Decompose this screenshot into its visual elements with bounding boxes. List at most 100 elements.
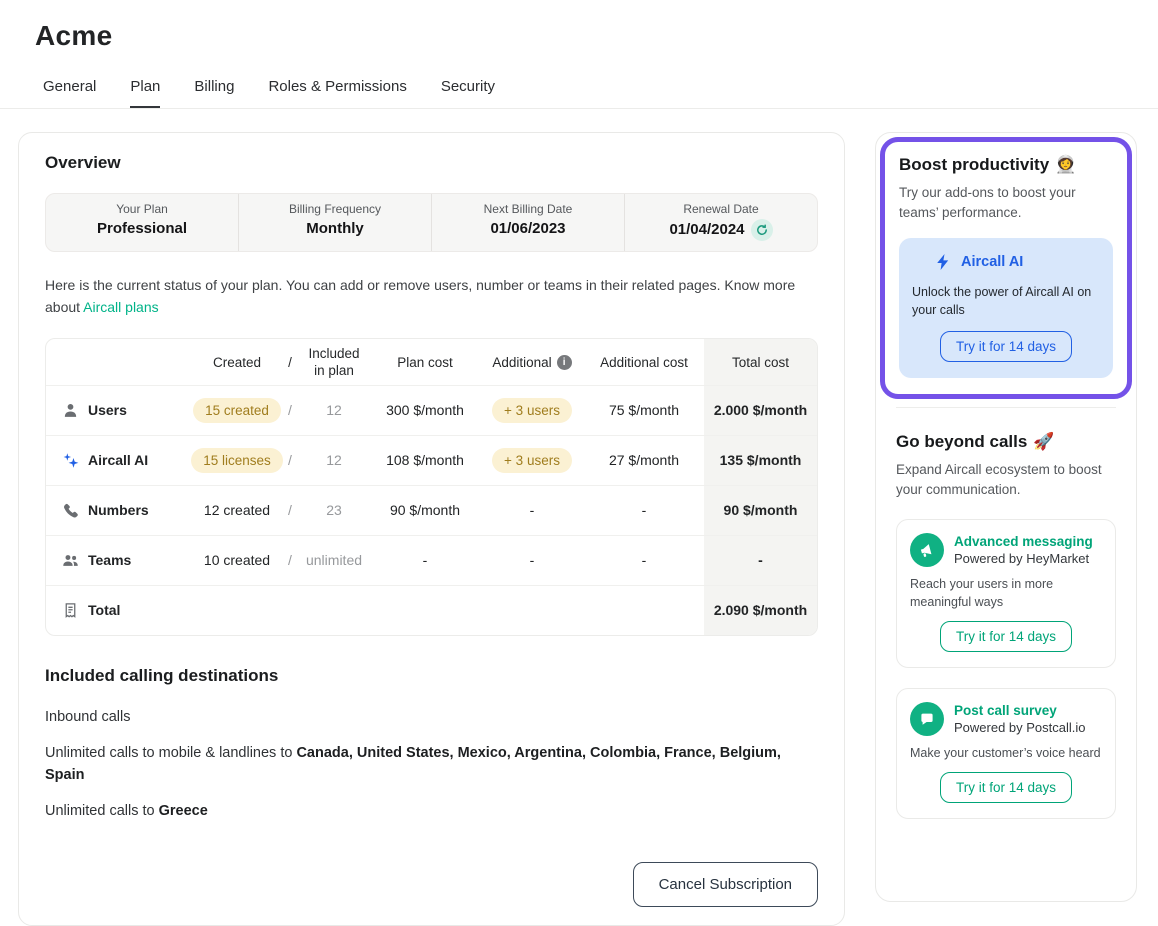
aircall-plans-link[interactable]: Aircall plans bbox=[83, 299, 158, 315]
summary-label: Next Billing Date bbox=[432, 202, 624, 217]
try-post-call-survey-button[interactable]: Try it for 14 days bbox=[940, 772, 1072, 803]
created-badge: 15 created bbox=[193, 398, 281, 423]
megaphone-icon bbox=[910, 533, 944, 567]
tab-billing[interactable]: Billing bbox=[194, 78, 234, 108]
summary-value: 01/06/2023 bbox=[490, 219, 565, 239]
addon-powered-by: Powered by HeyMarket bbox=[954, 550, 1093, 567]
row-label: Users bbox=[88, 402, 127, 419]
destinations-heading: Included calling destinations bbox=[45, 666, 818, 686]
summary-value: 01/04/2024 bbox=[669, 220, 744, 240]
chat-bubble-icon bbox=[910, 702, 944, 736]
try-advanced-messaging-button[interactable]: Try it for 14 days bbox=[940, 621, 1072, 652]
addon-powered-by: Powered by Postcall.io bbox=[954, 719, 1086, 736]
overview-heading: Overview bbox=[45, 153, 818, 173]
tab-plan[interactable]: Plan bbox=[130, 78, 160, 108]
header-additional: Additional bbox=[480, 339, 584, 385]
table-row-aircall-ai: Aircall AI 15 licenses / 12 108 $/month … bbox=[46, 435, 817, 485]
row-separator: / bbox=[282, 536, 298, 585]
addon-title: Post call survey bbox=[954, 702, 1086, 719]
boost-heading: Boost productivity bbox=[899, 155, 1049, 175]
table-row-teams: Teams 10 created / unlimited - - - - bbox=[46, 535, 817, 585]
summary-value: Monthly bbox=[306, 219, 364, 239]
tab-security[interactable]: Security bbox=[441, 78, 495, 108]
renewal-refresh-icon[interactable] bbox=[751, 219, 773, 241]
row-separator: / bbox=[282, 436, 298, 485]
beyond-heading: Go beyond calls bbox=[896, 432, 1027, 452]
additional-badge: + 3 users bbox=[492, 398, 572, 423]
header-entity bbox=[46, 339, 192, 385]
receipt-icon bbox=[62, 602, 79, 619]
summary-value: Professional bbox=[97, 219, 187, 239]
total-cost-value: 90 $/month bbox=[704, 486, 817, 535]
table-row-numbers: Numbers 12 created / 23 90 $/month - - 9… bbox=[46, 485, 817, 535]
header-total-cost: Total cost bbox=[704, 339, 817, 385]
row-label: Aircall AI bbox=[88, 452, 148, 469]
additional-cost-value: - bbox=[584, 536, 704, 585]
additional-cost-value: 27 $/month bbox=[584, 436, 704, 485]
total-cost-value: - bbox=[704, 536, 817, 585]
settings-tabs: General Plan Billing Roles & Permissions… bbox=[0, 52, 1158, 108]
table-row-users: Users 15 created / 12 300 $/month + 3 us… bbox=[46, 385, 817, 435]
aircall-ai-addon-card: Aircall AI Unlock the power of Aircall A… bbox=[899, 238, 1113, 378]
header-additional-label: Additional bbox=[492, 354, 551, 371]
table-row-total: Total 2.090 $/month bbox=[46, 585, 817, 635]
summary-label: Billing Frequency bbox=[239, 202, 431, 217]
row-separator: / bbox=[282, 386, 298, 435]
summary-label: Renewal Date bbox=[625, 202, 817, 217]
plan-cost-table: Created / Included in plan Plan cost Add… bbox=[45, 338, 818, 636]
included-value bbox=[298, 586, 370, 635]
aircall-ai-description: Unlock the power of Aircall AI on your c… bbox=[912, 283, 1100, 319]
advanced-messaging-card: Advanced messaging Powered by HeyMarket … bbox=[896, 519, 1116, 668]
created-value: 12 created bbox=[192, 486, 282, 535]
plan-cost-value bbox=[370, 586, 480, 635]
row-label: Teams bbox=[88, 552, 131, 569]
header-plan-cost: Plan cost bbox=[370, 339, 480, 385]
included-value: 23 bbox=[298, 486, 370, 535]
included-value: 12 bbox=[298, 386, 370, 435]
additional-value: - bbox=[480, 486, 584, 535]
addons-sidebar: Boost productivity 👩‍🚀 Try our add-ons t… bbox=[875, 132, 1137, 902]
header-included-in-plan: Included in plan bbox=[298, 339, 370, 385]
rocket-emoji: 🚀 bbox=[1033, 432, 1054, 452]
greece-prefix: Unlimited calls to bbox=[45, 803, 159, 819]
summary-renewal-date: Renewal Date 01/04/2024 bbox=[624, 194, 817, 251]
additional-badge: + 3 users bbox=[492, 448, 572, 473]
plan-overview-card: Overview Your Plan Professional Billing … bbox=[18, 132, 845, 926]
additional-cost-value: 75 $/month bbox=[584, 386, 704, 435]
unlimited-calls-greece-text: Unlimited calls to Greece bbox=[45, 800, 818, 822]
plan-cost-value: - bbox=[370, 536, 480, 585]
addon-description: Reach your users in more meaningful ways bbox=[910, 575, 1102, 611]
summary-billing-frequency: Billing Frequency Monthly bbox=[238, 194, 431, 251]
header-created: Created bbox=[192, 339, 282, 385]
plan-description: Here is the current status of your plan.… bbox=[45, 274, 818, 318]
summary-your-plan: Your Plan Professional bbox=[46, 194, 238, 251]
summary-next-billing-date: Next Billing Date 01/06/2023 bbox=[431, 194, 624, 251]
greece-country: Greece bbox=[159, 803, 208, 819]
page-title: Acme bbox=[0, 0, 1158, 52]
spotlight-ring: Boost productivity 👩‍🚀 Try our add-ons t… bbox=[880, 137, 1132, 399]
total-cost-value: 135 $/month bbox=[704, 436, 817, 485]
plan-cost-value: 90 $/month bbox=[370, 486, 480, 535]
plan-cost-value: 300 $/month bbox=[370, 386, 480, 435]
additional-value: - bbox=[480, 536, 584, 585]
total-cost-value: 2.090 $/month bbox=[704, 586, 817, 635]
addon-title: Advanced messaging bbox=[954, 533, 1093, 550]
info-icon[interactable] bbox=[557, 355, 572, 370]
additional-cost-value bbox=[584, 586, 704, 635]
sparkles-icon bbox=[62, 452, 79, 469]
bolt-icon bbox=[934, 253, 952, 271]
phone-icon bbox=[62, 502, 79, 519]
cancel-subscription-button[interactable]: Cancel Subscription bbox=[633, 862, 818, 907]
tab-roles-permissions[interactable]: Roles & Permissions bbox=[268, 78, 406, 108]
created-badge: 15 licenses bbox=[191, 448, 283, 473]
try-aircall-ai-button[interactable]: Try it for 14 days bbox=[940, 331, 1072, 362]
header-additional-cost: Additional cost bbox=[584, 339, 704, 385]
team-icon bbox=[62, 552, 79, 569]
table-header-row: Created / Included in plan Plan cost Add… bbox=[46, 339, 817, 385]
unlimited-calls-prefix: Unlimited calls to mobile & landlines to bbox=[45, 745, 296, 761]
tab-general[interactable]: General bbox=[43, 78, 96, 108]
addon-description: Make your customer’s voice heard bbox=[910, 744, 1102, 762]
aircall-ai-title: Aircall AI bbox=[961, 254, 1023, 270]
beyond-subtext: Expand Aircall ecosystem to boost your c… bbox=[896, 460, 1116, 499]
plan-summary-bar: Your Plan Professional Billing Frequency… bbox=[45, 193, 818, 252]
